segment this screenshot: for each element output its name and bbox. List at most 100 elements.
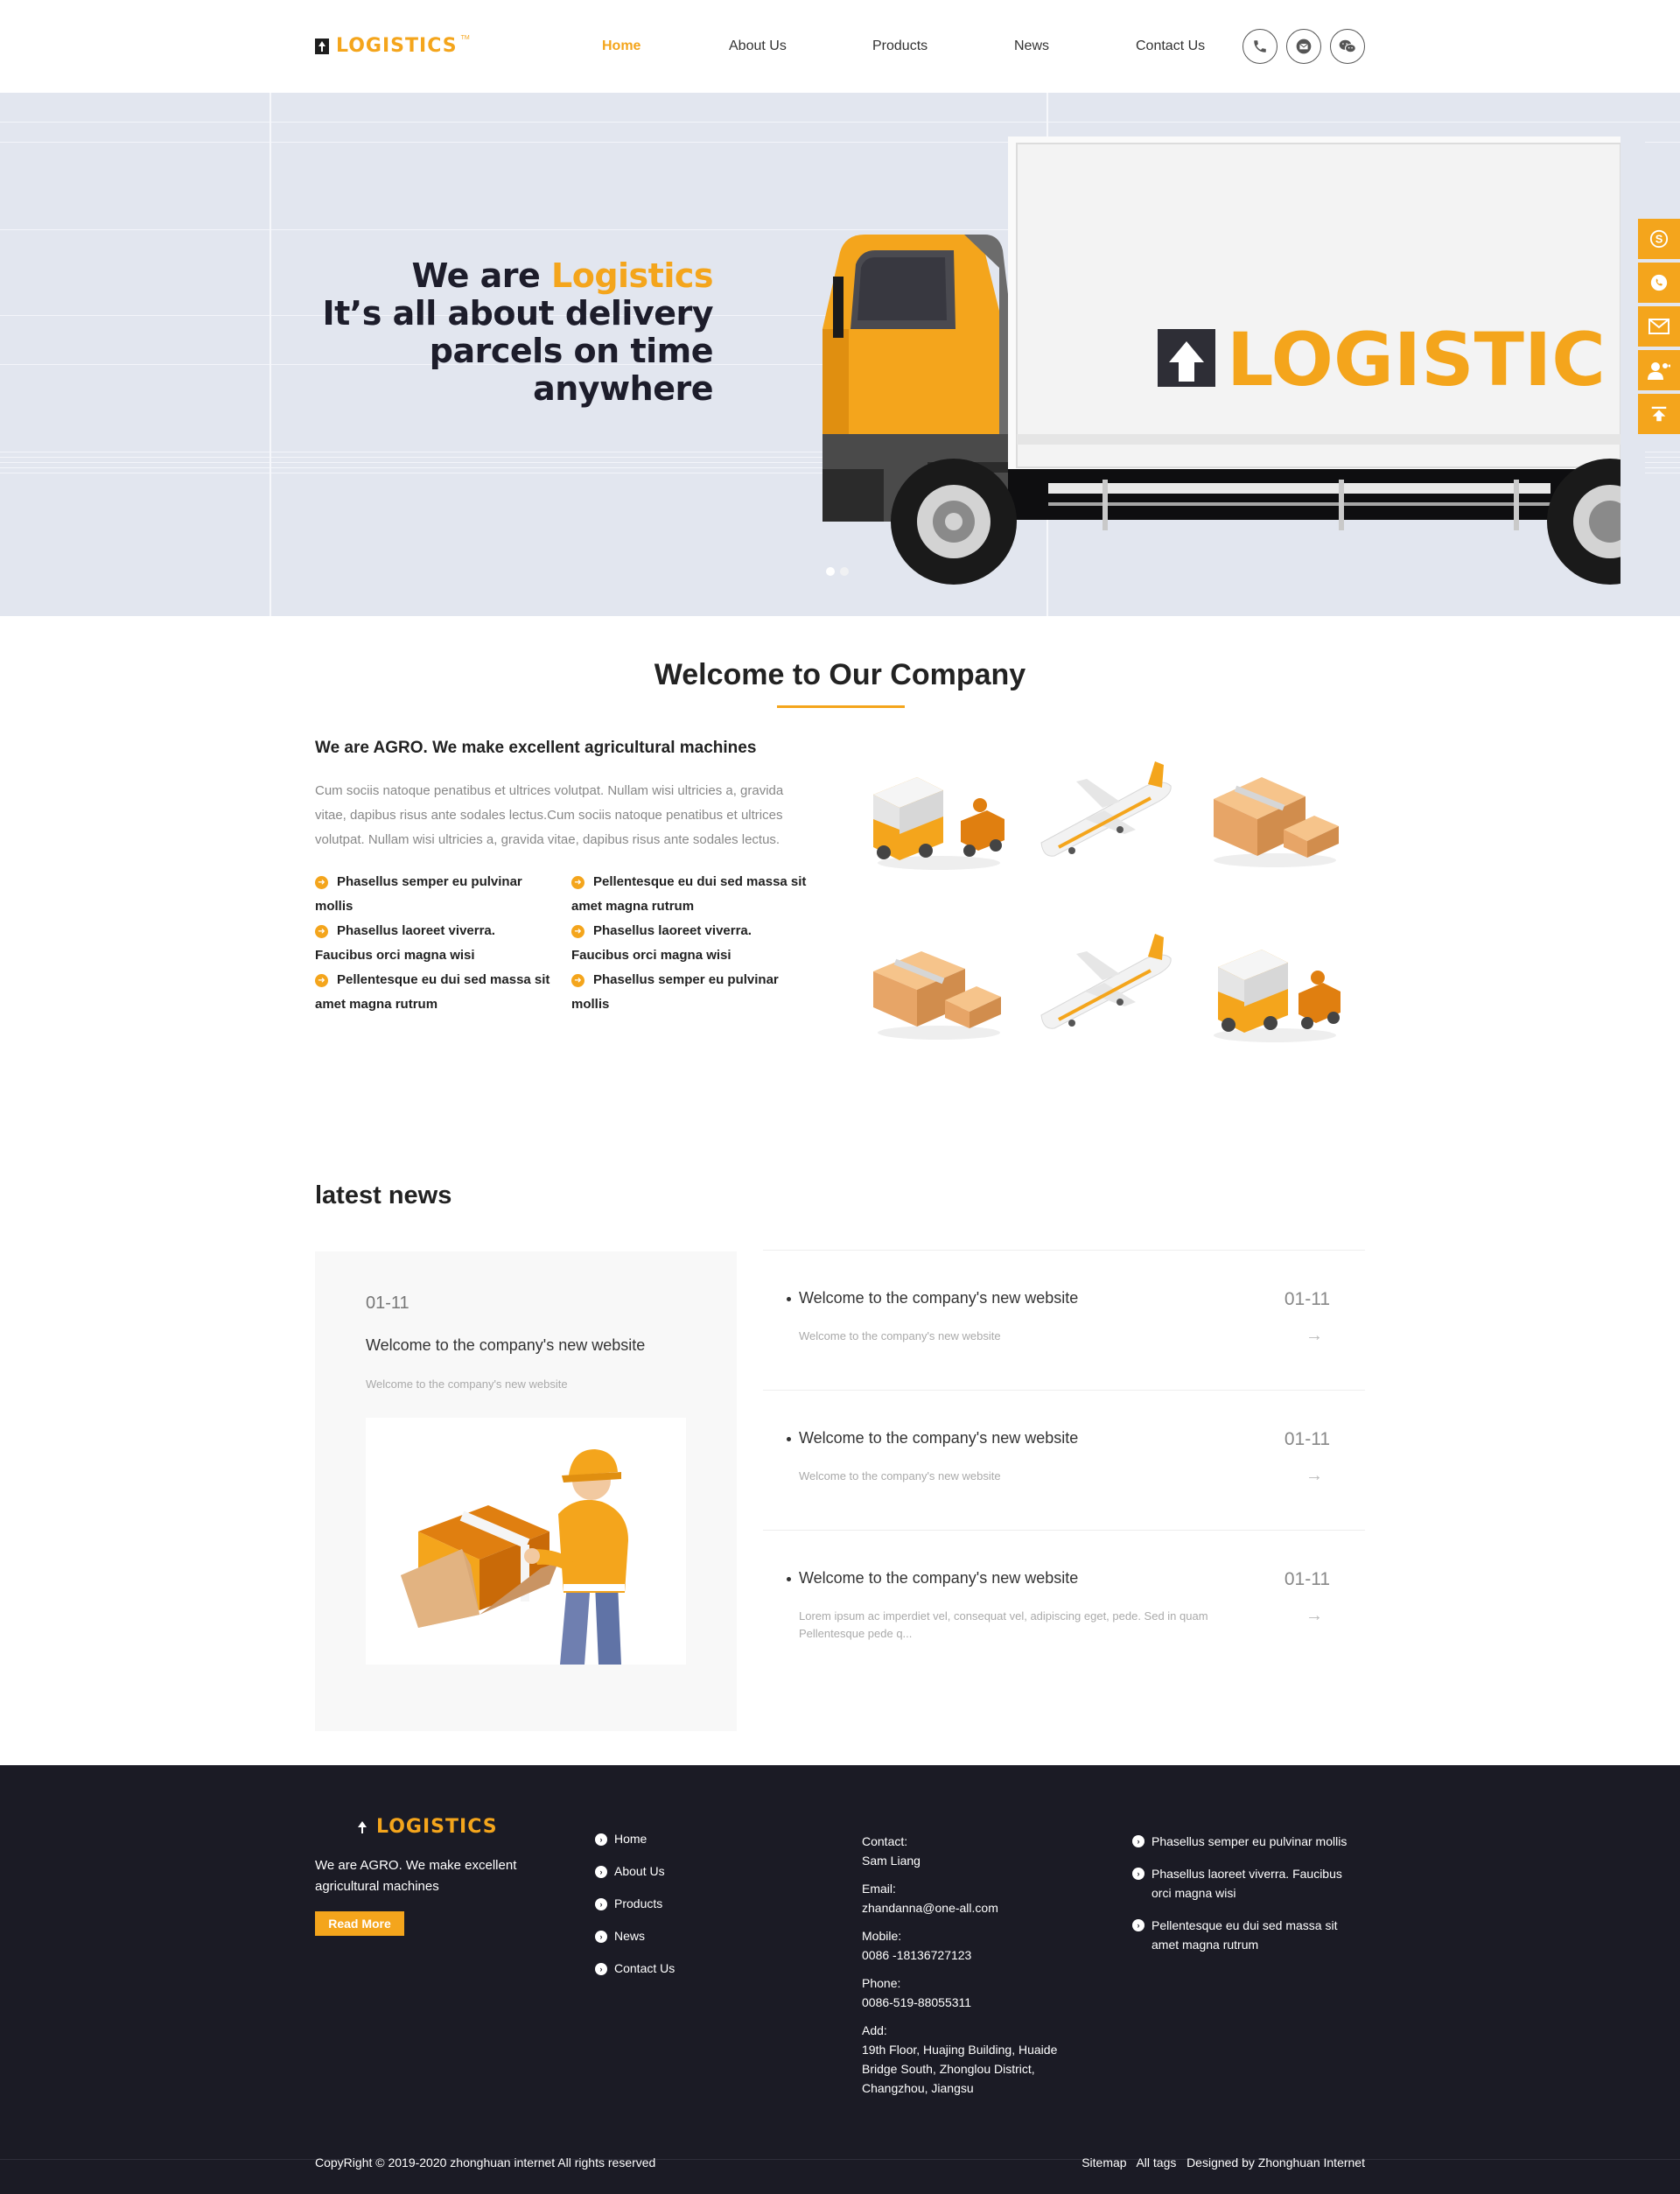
news-item-desc: Lorem ipsum ac imperdiet vel, consequat … <box>799 1609 1208 1640</box>
email-value[interactable]: zhandanna@one-all.com <box>862 1898 1089 1917</box>
news-item-title[interactable]: Welcome to the company's new website <box>799 1569 1078 1588</box>
news-list-item[interactable]: Welcome to the company's new website 01-… <box>763 1390 1365 1530</box>
footer-link-contact-us[interactable]: › Contact Us <box>595 1961 675 1994</box>
footer-list-item[interactable]: › Pellentesque eu dui sed massa sit amet … <box>1132 1916 1362 1954</box>
arrow-right-icon: ➜ <box>315 876 328 889</box>
news-item-title[interactable]: Welcome to the company's new website <box>799 1289 1078 1307</box>
footer-link-products[interactable]: › Products <box>595 1896 675 1929</box>
hero-grid-line <box>0 122 1680 123</box>
footer-bottom-links: Sitemap All tags Designed by Zhonghuan I… <box>1082 2155 1365 2169</box>
nav-products[interactable]: Products <box>872 39 928 54</box>
phone-value: 0086-519-88055311 <box>862 1995 972 2009</box>
hero-grid-line <box>270 93 271 616</box>
feature-item: ➜ Phasellus semper eu pulvinar mollis <box>315 870 551 919</box>
slider-dot-2[interactable] <box>840 567 849 576</box>
nav-about-us[interactable]: About Us <box>729 39 787 54</box>
footer-link-about-us[interactable]: › About Us <box>595 1864 675 1896</box>
read-more-button[interactable]: Read More <box>315 1911 404 1936</box>
footer-list-text[interactable]: Pellentesque eu dui sed massa sit amet m… <box>1152 1918 1337 1952</box>
nav-contact-us[interactable]: Contact Us <box>1136 39 1205 54</box>
footer-logo[interactable]: LOGISTICS <box>357 1816 498 1838</box>
chevron-right-icon: › <box>1132 1835 1144 1847</box>
footer-feature-list: › Phasellus semper eu pulvinar mollis › Ph… <box>1132 1832 1362 1967</box>
arrow-right-icon[interactable]: → <box>1306 1326 1323 1346</box>
news-list-item[interactable]: Welcome to the company's new website 01-… <box>763 1250 1365 1390</box>
feature-item: ➜ Pellentesque eu dui sed massa sit amet … <box>315 968 551 1017</box>
logo-arrow-icon <box>315 38 329 54</box>
email-icon[interactable] <box>1638 306 1680 347</box>
floating-contact-bar: S <box>1638 219 1680 438</box>
feature-text: Pellentesque eu dui sed massa sit amet m… <box>315 972 550 1012</box>
footer-contact: Contact: Sam Liang Email: zhandanna@one-… <box>862 1832 1089 2106</box>
user-icon[interactable] <box>1638 350 1680 390</box>
featured-news-title[interactable]: Welcome to the company's new website <box>366 1336 645 1355</box>
arrow-right-icon: ➜ <box>315 974 328 987</box>
contact-label: Contact: <box>862 1834 908 1848</box>
back-to-top-icon[interactable] <box>1638 394 1680 434</box>
arrow-right-icon: ➜ <box>571 876 584 889</box>
footer-list-text[interactable]: Phasellus laoreet viverra. Faucibus orci… <box>1152 1867 1342 1900</box>
features-left: ➜ Phasellus semper eu pulvinar mollis ➜ Ph… <box>315 870 551 1017</box>
hero-line3: parcels on time <box>429 332 714 370</box>
nav-home[interactable]: Home <box>602 39 640 54</box>
footer-divider <box>0 2159 1680 2160</box>
featured-news-card[interactable]: 01-11 Welcome to the company's new websi… <box>315 1251 737 1731</box>
airplane-illustration <box>1040 934 1172 1029</box>
footer-link-label[interactable]: News <box>614 1929 645 1943</box>
news-list-item[interactable]: Welcome to the company's new website 01-… <box>763 1530 1365 1670</box>
hero-line4: anywhere <box>533 369 713 408</box>
hero-banner: We are Logistics It’s all about delivery… <box>0 93 1680 616</box>
arrow-right-icon: ➜ <box>571 925 584 938</box>
footer-list-text[interactable]: Phasellus semper eu pulvinar mollis <box>1152 1834 1347 1848</box>
all-tags-link[interactable]: All tags <box>1136 2155 1176 2169</box>
sitemap-link[interactable]: Sitemap <box>1082 2155 1126 2169</box>
arrow-right-icon[interactable]: → <box>1306 1606 1323 1626</box>
footer-link-label[interactable]: Contact Us <box>614 1961 675 1975</box>
welcome-subtitle: We are AGRO. We make excellent agricultu… <box>315 739 757 757</box>
designed-by-link[interactable]: Designed by Zhonghuan Internet <box>1186 2155 1365 2169</box>
logo-text: LOGISTICS <box>336 35 458 57</box>
footer-tagline: We are AGRO. We make excellent agricultu… <box>315 1858 517 1894</box>
phone-icon[interactable] <box>1242 29 1278 64</box>
news-item-title[interactable]: Welcome to the company's new website <box>799 1429 1078 1447</box>
hero-line1-prefix: We are <box>411 256 541 295</box>
nav-news[interactable]: News <box>1014 39 1049 54</box>
feature-item: ➜ Phasellus semper eu pulvinar mollis <box>571 968 808 1017</box>
welcome-paragraph: Cum sociis natoque penatibus et ultrices… <box>315 783 784 847</box>
feature-item: ➜ Phasellus laoreet viverra. Faucibus orc… <box>315 919 551 968</box>
chevron-right-icon: › <box>1132 1868 1144 1880</box>
address-value: 19th Floor, Huajing Building, Huaide Bri… <box>862 2043 1058 2095</box>
arrow-right-icon[interactable]: → <box>1306 1466 1323 1486</box>
news-item-date: 01-11 <box>1284 1569 1330 1589</box>
footer-list-item[interactable]: › Phasellus laoreet viverra. Faucibus orc… <box>1132 1864 1362 1903</box>
chevron-right-icon: › <box>595 1833 607 1846</box>
footer-link-label[interactable]: About Us <box>614 1864 665 1878</box>
mail-icon[interactable] <box>1286 29 1321 64</box>
footer-link-home[interactable]: › Home <box>595 1832 675 1864</box>
footer-logo-text: LOGISTICS <box>376 1816 498 1838</box>
featured-news-image[interactable] <box>366 1418 686 1665</box>
boxes-illustration <box>1214 777 1339 867</box>
logo-trademark: TM <box>460 35 470 41</box>
mobile-block: Mobile: 0086 -18136727123 <box>862 1926 1089 1965</box>
mobile-label: Mobile: <box>862 1929 902 1943</box>
email-block: Email: zhandanna@one-all.com <box>862 1879 1089 1917</box>
site-footer: LOGISTICS We are AGRO. We make excellent… <box>0 1765 1680 2194</box>
wechat-icon[interactable] <box>1330 29 1365 64</box>
footer-link-label[interactable]: Products <box>614 1896 662 1910</box>
footer-list-item[interactable]: › Phasellus semper eu pulvinar mollis <box>1132 1832 1362 1851</box>
footer-link-news[interactable]: › News <box>595 1929 675 1961</box>
chevron-right-icon: › <box>595 1898 607 1910</box>
chevron-right-icon: › <box>1132 1919 1144 1931</box>
contact-value: Sam Liang <box>862 1854 920 1868</box>
feature-text: Phasellus laoreet viverra. Faucibus orci… <box>315 923 495 963</box>
whatsapp-icon[interactable] <box>1638 263 1680 303</box>
footer-link-label[interactable]: Home <box>614 1832 647 1846</box>
bullet-icon <box>787 1297 791 1301</box>
skype-icon[interactable]: S <box>1638 219 1680 259</box>
truck-logo-text: LOGISTIC <box>1227 317 1606 403</box>
site-logo[interactable]: LOGISTICS TM <box>315 35 470 57</box>
slider-dot-1[interactable] <box>826 567 835 576</box>
news-heading: latest news <box>315 1181 452 1209</box>
chevron-right-icon: › <box>595 1931 607 1943</box>
